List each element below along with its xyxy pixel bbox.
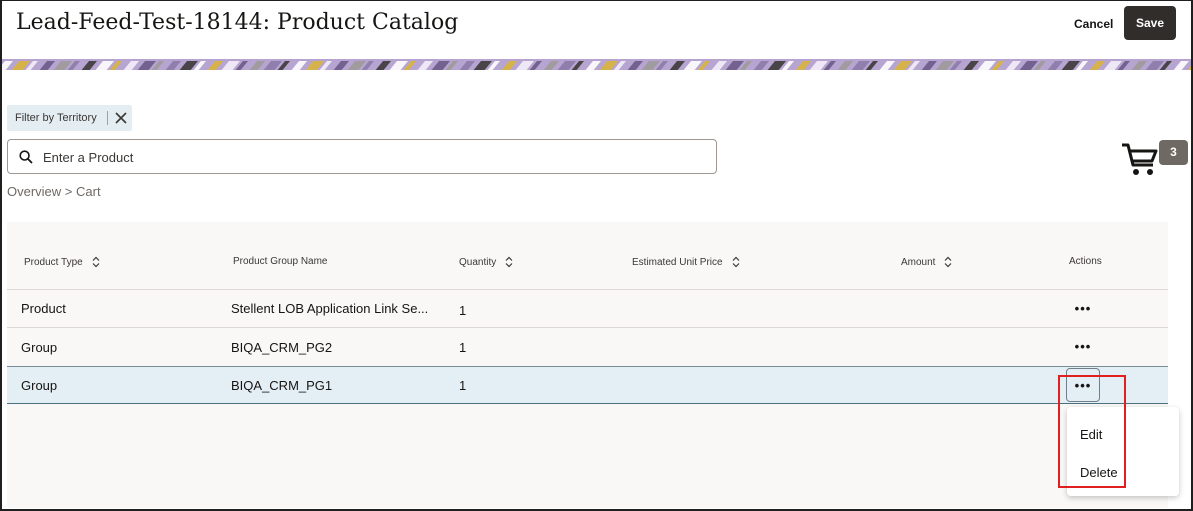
cell-product-type: Product xyxy=(21,301,66,316)
territory-filter-chip[interactable]: Filter by Territory xyxy=(7,105,132,131)
sort-icon[interactable] xyxy=(944,256,952,268)
sort-icon[interactable] xyxy=(732,256,740,268)
table-row-selected[interactable]: Group BIQA_CRM_PG1 1 ••• xyxy=(7,366,1168,404)
decorative-banner xyxy=(2,59,1191,70)
page-title: Lead-Feed-Test-18144: Product Catalog xyxy=(16,10,459,35)
column-header-product-type[interactable]: Product Type xyxy=(24,256,100,268)
search-input[interactable] xyxy=(43,146,683,168)
cell-quantity: 1 xyxy=(459,303,467,318)
column-header-estimated-unit-price[interactable]: Estimated Unit Price xyxy=(632,256,740,268)
close-icon[interactable] xyxy=(114,111,128,125)
sort-icon[interactable] xyxy=(92,256,100,268)
cart-count-badge: 3 xyxy=(1159,140,1188,165)
cell-product-type: Group xyxy=(21,340,58,355)
column-header-actions: Actions xyxy=(1069,256,1102,267)
table-row[interactable]: Product Stellent LOB Application Link Se… xyxy=(7,289,1168,327)
row-actions-button[interactable]: ••• xyxy=(1066,368,1100,402)
row-actions-menu: Edit Delete xyxy=(1067,407,1179,496)
column-header-quantity[interactable]: Quantity xyxy=(459,256,513,268)
breadcrumb[interactable]: Overview > Cart xyxy=(7,184,101,199)
column-label: Product Group Name xyxy=(233,256,328,267)
cell-quantity: 1 xyxy=(459,340,467,355)
cart-icon[interactable] xyxy=(1120,141,1160,179)
cart-table: Product Type Product Group Name Quantity… xyxy=(7,222,1168,508)
column-label: Product Type xyxy=(24,256,83,268)
menu-item-delete[interactable]: Delete xyxy=(1080,465,1118,480)
cell-product-group-name: BIQA_CRM_PG1 xyxy=(231,378,333,393)
row-actions-button[interactable]: ••• xyxy=(1066,329,1100,363)
table-row[interactable]: Group BIQA_CRM_PG2 1 ••• xyxy=(7,327,1168,365)
cell-quantity: 1 xyxy=(459,378,467,393)
sort-icon[interactable] xyxy=(505,256,513,268)
column-header-product-group-name: Product Group Name xyxy=(233,256,328,267)
row-actions-button[interactable]: ••• xyxy=(1066,291,1100,325)
filter-chip-label: Filter by Territory xyxy=(15,112,97,124)
column-label: Actions xyxy=(1069,256,1102,267)
page-header: Lead-Feed-Test-18144: Product Catalog Ca… xyxy=(2,1,1191,61)
save-button[interactable]: Save xyxy=(1124,6,1176,40)
cell-product-group-name: BIQA_CRM_PG2 xyxy=(231,340,333,355)
cell-product-type: Group xyxy=(21,378,58,393)
column-label: Amount xyxy=(901,256,936,268)
product-search[interactable] xyxy=(7,139,717,174)
column-label: Estimated Unit Price xyxy=(632,256,723,268)
cell-product-group-name: Stellent LOB Application Link Se... xyxy=(231,301,429,316)
column-header-amount[interactable]: Amount xyxy=(901,256,952,268)
app-window: Lead-Feed-Test-18144: Product Catalog Ca… xyxy=(0,0,1193,511)
chip-divider xyxy=(106,111,108,125)
search-icon xyxy=(19,150,33,164)
cancel-button[interactable]: Cancel xyxy=(1066,12,1121,36)
column-label: Quantity xyxy=(459,256,497,268)
menu-item-edit[interactable]: Edit xyxy=(1080,427,1102,442)
